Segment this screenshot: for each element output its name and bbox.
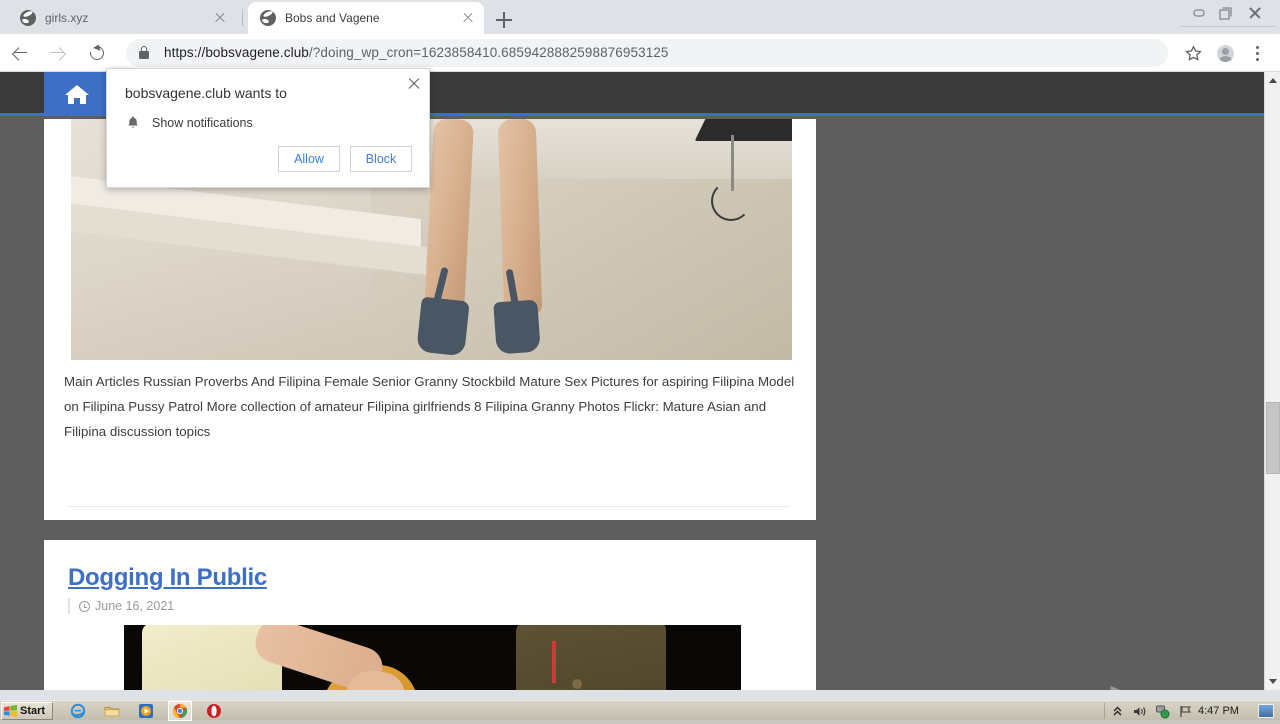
network-icon[interactable] [1155,704,1170,719]
card-divider [68,506,790,507]
triangle-down-icon [1269,679,1277,684]
chrome-icon[interactable] [172,703,188,719]
file-explorer-icon[interactable] [104,703,120,719]
tray-divider [1104,703,1105,719]
anyrun-watermark: ANY RUN [1018,684,1256,690]
block-button[interactable]: Block [350,146,412,172]
tab-divider [242,9,243,26]
post-excerpt: Main Articles Russian Proverbs And Filip… [64,374,795,439]
tab-strip: girls.xyz Bobs and Vagene [0,0,1280,34]
dialog-close-button[interactable] [404,74,424,94]
url-text: https://bobsvagene.club/?doing_wp_cron=1… [164,45,669,60]
scrollbar-thumb[interactable] [1266,402,1280,474]
browser-toolbar: https://bobsvagene.club/?doing_wp_cron=1… [0,34,1280,72]
windows-taskbar: Start 4:47 PM [0,700,1280,721]
dialog-title: bobsvagene.club wants to [125,85,287,101]
browser-window: girls.xyz Bobs and Vagene https://bobsva… [0,0,1280,700]
reload-icon [87,42,107,63]
arrow-right-icon [50,47,63,59]
page-scrollbar[interactable] [1264,72,1280,690]
permission-row: Show notifications [125,115,253,131]
tab-title: girls.xyz [45,11,89,25]
post-date-text: June 16, 2021 [95,599,175,613]
minimize-icon [1193,9,1205,17]
chrome-menu-button[interactable] [1242,38,1272,68]
watermark-text-left: ANY [1018,688,1099,691]
watermark-text-right: RUN [1171,688,1256,691]
new-tab-button[interactable] [490,6,518,34]
scroll-down-button[interactable] [1265,673,1280,690]
lock-icon[interactable] [130,39,158,67]
close-window-button[interactable] [1241,2,1269,24]
post-card: Dogging In Public June 16, 2021 [44,540,816,690]
show-desktop-button[interactable] [1258,704,1274,718]
windows-flag-icon [4,705,17,717]
maximize-window-button[interactable] [1211,2,1239,24]
back-button[interactable] [6,38,36,68]
start-label: Start [20,705,46,717]
home-button[interactable] [44,72,110,116]
minimize-window-button[interactable] [1185,2,1213,24]
arrow-left-icon [14,47,27,59]
address-bar[interactable]: https://bobsvagene.club/?doing_wp_cron=1… [126,38,1168,67]
post-image[interactable] [124,625,741,690]
allow-button[interactable]: Allow [278,146,340,172]
close-icon[interactable] [212,10,228,26]
permission-label: Show notifications [152,116,253,130]
browser-tab-1[interactable]: girls.xyz [8,2,236,34]
bell-icon [125,115,141,131]
window-controls-underline [1180,26,1276,29]
media-player-icon[interactable] [138,703,154,719]
browser-tab-2[interactable]: Bobs and Vagene [248,2,484,34]
tab-title: Bobs and Vagene [285,11,380,25]
clock-icon [79,600,90,612]
close-icon[interactable] [460,10,476,26]
reload-button[interactable] [82,38,112,68]
bookmark-star-icon[interactable] [1178,38,1208,68]
opera-icon[interactable] [206,703,222,719]
home-icon [65,84,89,104]
post-date: June 16, 2021 [68,598,174,614]
restore-icon [1219,7,1232,20]
internet-explorer-icon[interactable] [70,703,86,719]
scroll-up-button[interactable] [1265,72,1280,89]
profile-avatar[interactable] [1210,38,1240,68]
start-button[interactable]: Start [1,702,53,720]
close-icon [1249,7,1261,19]
triangle-up-icon [1269,78,1277,83]
post-title-link[interactable]: Dogging In Public [68,564,267,592]
show-hidden-icons-icon[interactable] [1110,704,1125,719]
taskbar-clock[interactable]: 4:47 PM [1198,705,1239,717]
globe-icon [20,10,36,26]
play-triangle-icon [1102,684,1168,690]
forward-button[interactable] [42,38,72,68]
volume-icon[interactable] [1132,704,1147,719]
notification-permission-dialog: bobsvagene.club wants to Show notificati… [106,68,430,188]
flag-icon[interactable] [1178,704,1193,719]
globe-icon [260,10,276,26]
